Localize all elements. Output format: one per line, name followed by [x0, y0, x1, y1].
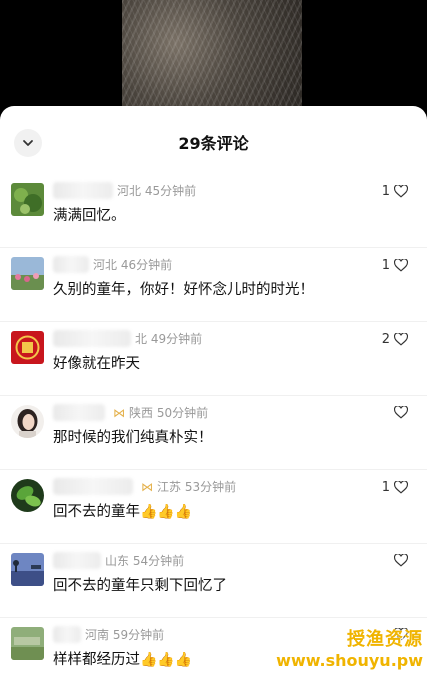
avatar[interactable]: [11, 553, 44, 586]
video-player[interactable]: [0, 0, 427, 120]
comment-meta: 河南 59分钟前: [53, 626, 164, 643]
comment-time: 53分钟前: [184, 480, 237, 494]
like-count: 1: [381, 258, 390, 273]
comment-text-line: 回不去的童年👍👍👍: [53, 500, 192, 521]
blurred-username: [53, 182, 113, 199]
comment-time: 46分钟前: [120, 258, 173, 272]
comment-text: 样样都经历过: [53, 652, 140, 668]
comment-text: 久别的童年，你好！好怀念儿时的时光！: [53, 282, 314, 298]
comment-item[interactable]: 北 49分钟前 好像就在昨天 2: [0, 322, 427, 396]
heart-outline-icon: [394, 554, 408, 567]
watermark-title: 授渔资源: [347, 629, 423, 650]
bow-badge-icon: ⋈: [113, 405, 125, 420]
avatar[interactable]: [11, 183, 44, 216]
comment-location: 山东: [105, 554, 130, 568]
comment-meta: ⋈ 江苏 53分钟前: [53, 478, 236, 495]
avatar[interactable]: [11, 479, 44, 512]
comment-location: 北: [135, 332, 148, 346]
comment-meta: 河北 45分钟前: [53, 182, 196, 199]
heart-outline-icon: [394, 259, 408, 272]
comment-item[interactable]: ⋈ 陕西 50分钟前那时候的我们纯真朴实！: [0, 396, 427, 470]
like-button[interactable]: [390, 554, 408, 567]
heart-outline-icon: [394, 333, 408, 346]
avatar[interactable]: [11, 331, 44, 364]
comment-item[interactable]: 河北 46分钟前久别的童年，你好！好怀念儿时的时光！ 1: [0, 248, 427, 322]
blurred-username: [53, 404, 105, 421]
comment-meta: 山东 54分钟前: [53, 552, 184, 569]
comment-meta: ⋈ 陕西 50分钟前: [53, 404, 208, 421]
comment-list: 河北 45分钟前 满满回忆。 1 河北 46分钟前 久别的童年，你好！好怀念儿时的时光！…: [0, 174, 427, 674]
comment-meta: 北 49分钟前: [53, 330, 202, 347]
comment-location: 河南: [85, 628, 110, 642]
comment-text: 好像就在昨天: [53, 356, 140, 372]
comment-time: 50分钟前: [156, 406, 209, 420]
comment-location: 河北: [93, 258, 118, 272]
comment-text-line: 回不去的童年只剩下回忆了: [53, 574, 227, 595]
bow-badge-icon: ⋈: [141, 479, 153, 494]
comment-item[interactable]: 河北 45分钟前 满满回忆。 1: [0, 174, 427, 248]
comment-text: 满满回忆。: [53, 208, 126, 224]
heart-outline-icon: [394, 185, 408, 198]
comment-text: 回不去的童年: [53, 504, 140, 520]
video-thumbnail: [122, 0, 302, 108]
blurred-username: [53, 330, 131, 347]
comment-text-line: 久别的童年，你好！好怀念儿时的时光！: [53, 278, 314, 299]
heart-outline-icon: [394, 481, 408, 494]
comment-time: 45分钟前: [144, 184, 197, 198]
comments-sheet: 29条评论 河北 45分钟前 满满回忆。 1 河北 46分钟前 久别的童年，你好！好怀念…: [0, 106, 427, 674]
comment-location: 河北: [117, 184, 142, 198]
like-count: 1: [381, 480, 390, 495]
thumbs-up-emoji: 👍👍👍: [140, 652, 193, 668]
like-button[interactable]: 1: [382, 480, 408, 495]
watermark: 授渔资源 www.shouyu.pw: [276, 625, 423, 670]
blurred-username: [53, 626, 81, 643]
like-button[interactable]: [390, 406, 408, 419]
comment-count-title: 29条评论: [178, 134, 249, 153]
comment-text-line: 那时候的我们纯真朴实！: [53, 426, 213, 447]
sheet-header: 29条评论: [0, 106, 427, 174]
like-count: 1: [381, 184, 390, 199]
blurred-username: [53, 478, 133, 495]
comment-text: 那时候的我们纯真朴实！: [53, 430, 213, 446]
avatar[interactable]: [11, 405, 44, 438]
comment-location: 陕西: [129, 406, 154, 420]
thumbs-up-emoji: 👍👍👍: [140, 504, 193, 520]
blurred-username: [53, 256, 89, 273]
like-button[interactable]: 1: [382, 258, 408, 273]
comment-time: 49分钟前: [150, 332, 203, 346]
comment-text: 回不去的童年只剩下回忆了: [53, 578, 227, 594]
comment-item[interactable]: 山东 54分钟前回不去的童年只剩下回忆了: [0, 544, 427, 618]
comment-text-line: 满满回忆。: [53, 204, 126, 225]
blurred-username: [53, 552, 101, 569]
avatar[interactable]: [11, 257, 44, 290]
avatar[interactable]: [11, 627, 44, 660]
like-button[interactable]: 1: [382, 184, 408, 199]
comment-time: 54分钟前: [132, 554, 185, 568]
comment-text-line: 好像就在昨天: [53, 352, 140, 373]
comment-text-line: 样样都经历过👍👍👍: [53, 648, 192, 669]
comment-time: 59分钟前: [112, 628, 165, 642]
like-button[interactable]: 2: [382, 332, 408, 347]
like-count: 2: [381, 332, 390, 347]
comment-location: 江苏: [157, 480, 182, 494]
comment-item[interactable]: ⋈ 江苏 53分钟前回不去的童年👍👍👍 1: [0, 470, 427, 544]
heart-outline-icon: [394, 406, 408, 419]
watermark-url: www.shouyu.pw: [276, 651, 423, 670]
comment-meta: 河北 46分钟前: [53, 256, 172, 273]
